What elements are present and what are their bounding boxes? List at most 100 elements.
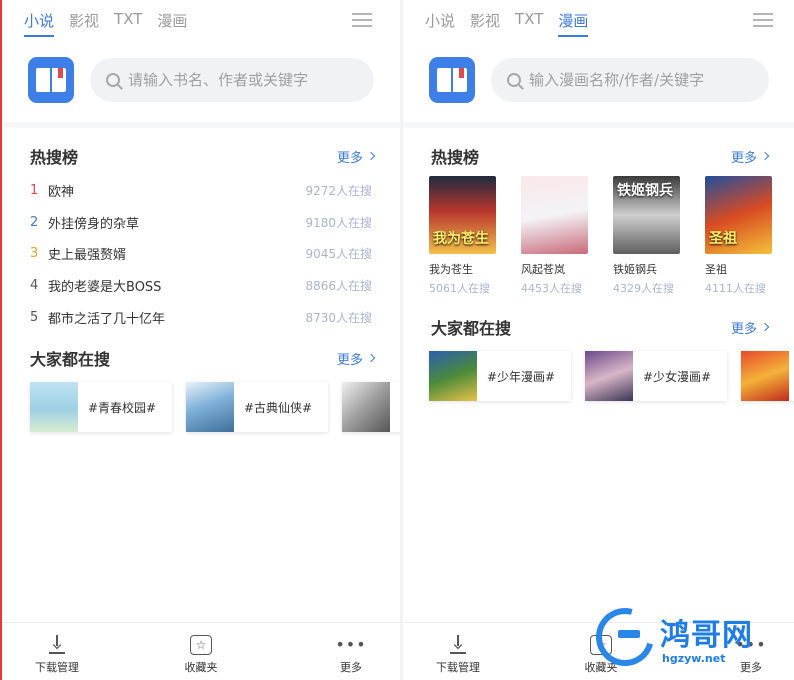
comic-count: 4111人在搜 — [705, 282, 766, 295]
cover-title-art: 我为苍生 — [433, 231, 489, 247]
comic-cover: 我为苍生 — [429, 176, 496, 254]
rank-item[interactable]: 2 外挂傍身的杂草 9180人在搜 — [30, 207, 372, 239]
comic-name: 圣祖 — [705, 263, 727, 276]
search-icon — [507, 73, 521, 87]
comic-card[interactable]: 铁姬钢兵 铁姬钢兵 4329人在搜 — [613, 176, 680, 296]
category-tabs: 小说 影视 TXT 漫画 — [24, 10, 187, 37]
novel-search-panel: 小说 影视 TXT 漫画 热搜榜 更多 1 欧神 9272人在搜 — [0, 0, 400, 680]
app-logo-book-icon — [429, 57, 475, 103]
everyone-more-link[interactable]: 更多 — [336, 349, 376, 368]
rank-number: 4 — [30, 278, 39, 294]
rank-count: 8730人在搜 — [305, 310, 372, 325]
nav-favorites[interactable]: ☆ 收藏夹 — [166, 635, 236, 675]
nav-download[interactable]: 下载管理 — [22, 635, 92, 675]
nav-download-label: 下载管理 — [436, 661, 480, 674]
comic-card[interactable]: 圣祖 圣祖 4111人在搜 — [705, 176, 772, 296]
hot-more-link[interactable]: 更多 — [730, 147, 770, 166]
nav-more-label: 更多 — [740, 661, 762, 674]
tab-novel[interactable]: 小说 — [24, 10, 55, 37]
tag-card[interactable]: #古典仙侠# — [186, 382, 328, 432]
download-icon — [46, 635, 68, 655]
rank-title: 我的老婆是大BOSS — [48, 280, 162, 296]
nav-favorites-label: 收藏夹 — [184, 661, 218, 674]
tag-card[interactable] — [741, 351, 794, 401]
popular-tags: #少年漫画# #少女漫画# — [429, 351, 794, 401]
hot-search-title: 热搜榜 — [431, 148, 480, 167]
rank-item[interactable]: 3 史上最强赘婿 9045人在搜 — [30, 238, 372, 270]
download-icon — [447, 635, 469, 655]
hot-more-link[interactable]: 更多 — [336, 147, 376, 166]
tab-txt[interactable]: TXT — [114, 10, 142, 37]
nav-favorites[interactable]: ☆ 收藏夹 — [566, 635, 636, 675]
rank-count: 9045人在搜 — [305, 247, 372, 262]
tag-card[interactable]: #青春校园# — [30, 382, 172, 432]
tab-comic[interactable]: 漫画 — [558, 10, 589, 37]
app-logo-book-icon — [28, 57, 74, 103]
tag-card[interactable] — [342, 382, 400, 432]
comic-card[interactable]: 风起苍岚 4453人在搜 — [521, 176, 588, 296]
rank-count: 8866人在搜 — [305, 279, 372, 294]
comic-card[interactable]: 我为苍生 我为苍生 5061人在搜 — [429, 176, 496, 296]
favorites-icon: ☆ — [590, 635, 612, 655]
tab-txt[interactable]: TXT — [515, 10, 543, 37]
chevron-right-icon — [366, 353, 376, 363]
cover-title-art: 圣祖 — [709, 231, 737, 247]
hot-comic-list: 我为苍生 我为苍生 5061人在搜 风起苍岚 4453人在搜 铁姬钢兵 铁姬钢兵… — [429, 176, 772, 296]
tag-label: #少年漫画# — [487, 369, 556, 384]
category-tabs: 小说 影视 TXT 漫画 — [425, 10, 589, 37]
comic-name: 风起苍岚 — [521, 263, 565, 276]
rank-item[interactable]: 4 我的老婆是大BOSS 8866人在搜 — [30, 270, 372, 302]
nav-more-label: 更多 — [340, 661, 362, 674]
hot-search-title: 热搜榜 — [30, 148, 79, 167]
rank-count: 9272人在搜 — [305, 184, 372, 199]
more-label: 更多 — [336, 352, 363, 368]
menu-icon[interactable] — [352, 13, 372, 27]
bottom-nav: 下载管理 ☆ 收藏夹 ••• 更多 — [403, 622, 794, 680]
tab-video[interactable]: 影视 — [69, 10, 99, 37]
tag-label: #少女漫画# — [643, 369, 712, 384]
comic-name: 铁姬钢兵 — [613, 263, 657, 276]
everyone-search-title: 大家都在搜 — [431, 319, 512, 338]
rank-title: 外挂傍身的杂草 — [48, 216, 140, 232]
search-input[interactable] — [529, 71, 769, 89]
rank-item[interactable]: 1 欧神 9272人在搜 — [30, 175, 372, 207]
tag-label: #青春校园# — [88, 400, 157, 415]
rank-item[interactable]: 5 都市之活了几十亿年 8730人在搜 — [30, 301, 372, 333]
rank-count: 9180人在搜 — [305, 215, 372, 230]
tab-comic[interactable]: 漫画 — [157, 10, 187, 37]
tag-card[interactable]: #少年漫画# — [429, 351, 571, 401]
nav-download-label: 下载管理 — [35, 661, 79, 674]
rank-number: 3 — [30, 246, 39, 262]
comic-count: 4453人在搜 — [521, 282, 582, 295]
rank-title: 史上最强赘婿 — [48, 248, 127, 264]
nav-more[interactable]: ••• 更多 — [716, 635, 786, 675]
more-label: 更多 — [730, 321, 757, 337]
search-bar[interactable] — [90, 58, 374, 102]
rank-title: 都市之活了几十亿年 — [48, 311, 166, 327]
section-separator — [2, 122, 400, 128]
tag-label: #古典仙侠# — [244, 400, 313, 415]
everyone-more-link[interactable]: 更多 — [730, 318, 770, 337]
tab-video[interactable]: 影视 — [470, 10, 500, 37]
nav-more[interactable]: ••• 更多 — [316, 635, 386, 675]
rank-number: 1 — [30, 183, 39, 199]
menu-icon[interactable] — [753, 13, 773, 27]
favorites-icon: ☆ — [190, 635, 212, 655]
tag-card[interactable]: #少女漫画# — [585, 351, 727, 401]
more-label: 更多 — [730, 150, 757, 166]
search-row — [28, 57, 374, 103]
comic-cover — [521, 176, 588, 254]
comic-count: 4329人在搜 — [613, 282, 674, 295]
nav-download[interactable]: 下载管理 — [423, 635, 493, 675]
nav-favorites-label: 收藏夹 — [584, 661, 618, 674]
tab-novel[interactable]: 小说 — [425, 10, 455, 37]
search-input[interactable] — [128, 71, 368, 89]
more-label: 更多 — [336, 150, 363, 166]
section-separator — [403, 122, 794, 128]
everyone-search-title: 大家都在搜 — [30, 350, 111, 369]
hot-rank-list: 1 欧神 9272人在搜 2 外挂傍身的杂草 9180人在搜 3 史上最强赘婿 … — [30, 175, 372, 333]
search-bar[interactable] — [491, 58, 769, 102]
tag-thumbnail — [342, 382, 390, 432]
tag-thumbnail — [741, 351, 789, 401]
rank-number: 2 — [30, 214, 39, 230]
